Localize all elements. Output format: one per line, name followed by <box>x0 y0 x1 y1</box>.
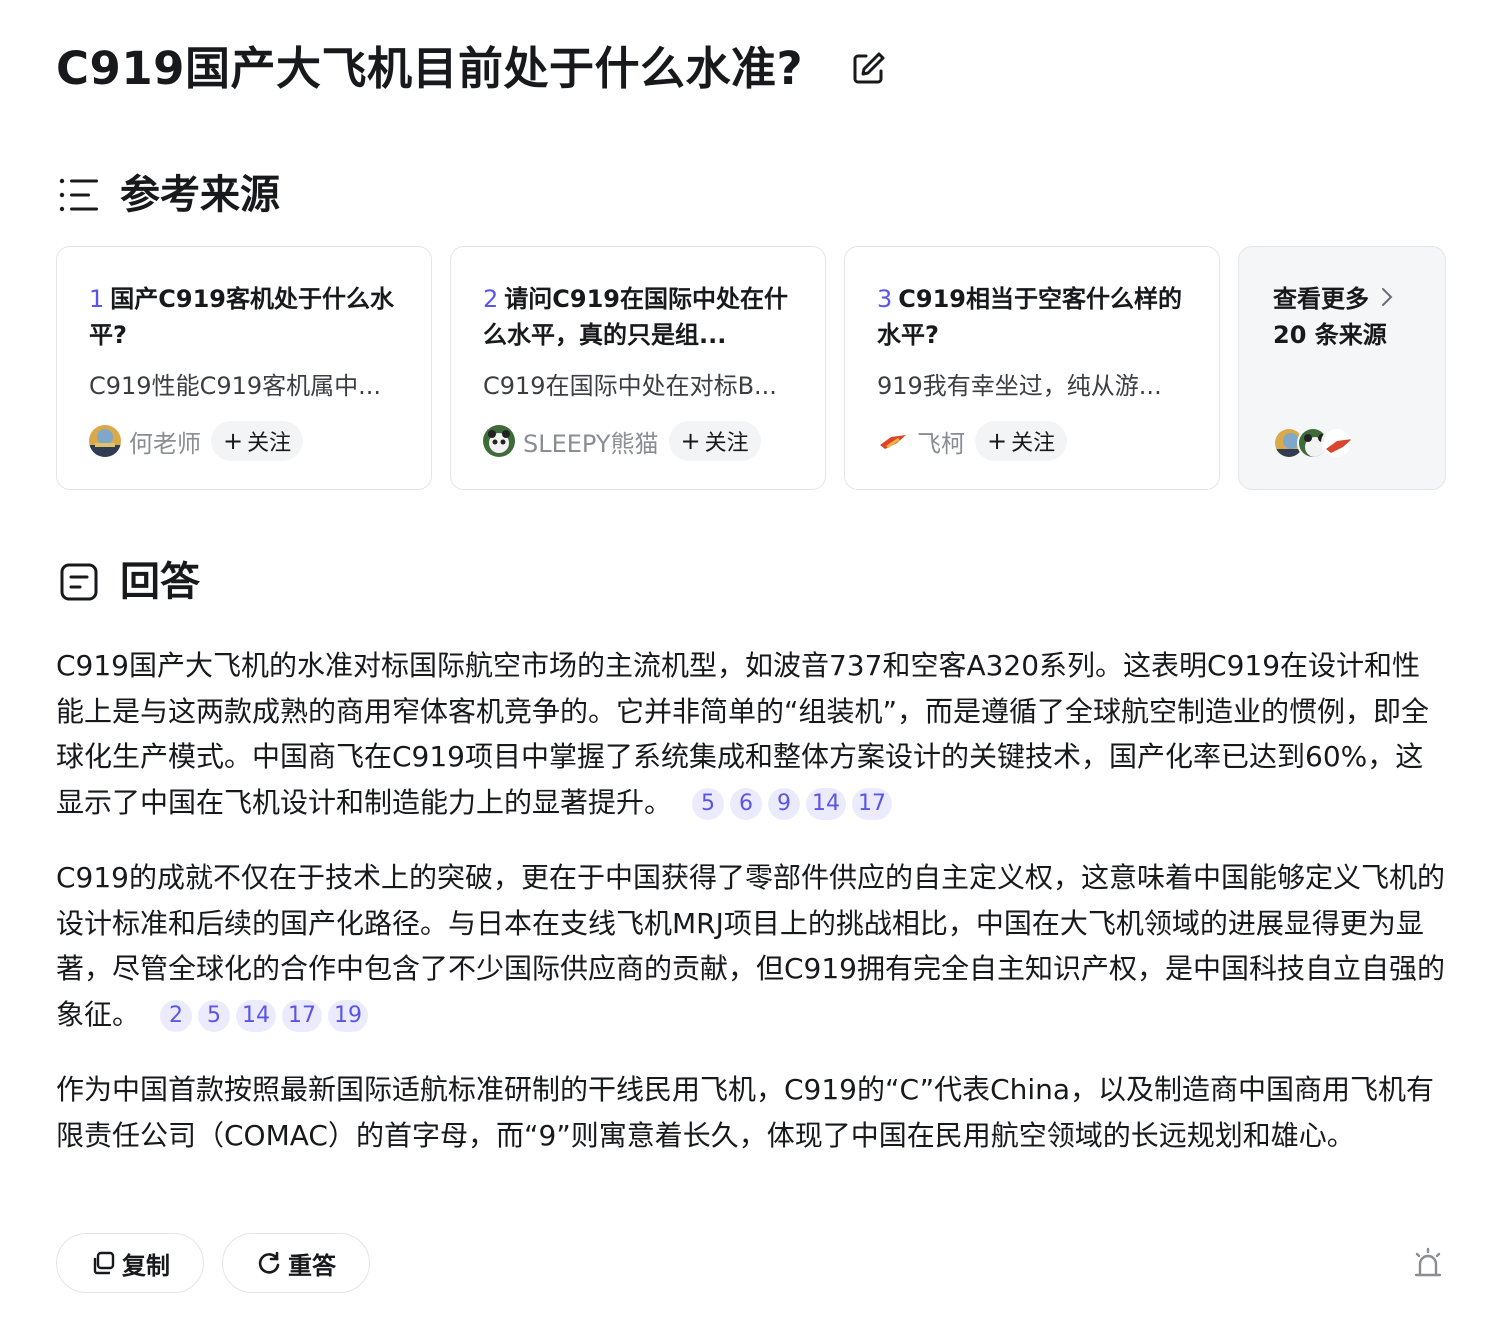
answer-title: 回答 <box>120 559 200 605</box>
source-snippet: C919在国际中处在对标B... <box>483 372 777 400</box>
source-card-title: 1 国产C919客机处于什么水平? <box>89 285 394 349</box>
edit-icon[interactable] <box>847 48 889 90</box>
source-card-title: 3 C919相当于空客什么样的水平? <box>877 285 1182 349</box>
citation-badge[interactable]: 6 <box>730 787 763 820</box>
sources-title: 参考来源 <box>120 172 280 218</box>
citation-badge[interactable]: 17 <box>852 787 893 820</box>
avatar <box>483 425 515 457</box>
source-card[interactable]: 3 C919相当于空客什么样的水平? 919我有幸坐过，纯从游... 飞柯 + 关注 <box>844 246 1220 490</box>
follow-button[interactable]: + 关注 <box>668 421 761 461</box>
source-count: 20 条来源 <box>1273 321 1387 349</box>
citation-badge[interactable]: 2 <box>160 999 193 1032</box>
source-snippet: 919我有幸坐过，纯从游... <box>877 372 1162 400</box>
avatar <box>89 425 121 457</box>
source-cards: 1 国产C919客机处于什么水平? C919性能C919客机属中... 何老师 +… <box>56 246 1446 490</box>
sources-heading: 参考来源 <box>56 170 280 220</box>
source-number: 2 <box>483 285 499 313</box>
source-card[interactable]: 1 国产C919客机处于什么水平? C919性能C919客机属中... 何老师 +… <box>56 246 432 490</box>
question-header: C919国产大飞机目前处于什么水准? <box>56 40 889 98</box>
plus-icon: + <box>680 427 701 455</box>
copy-icon <box>90 1250 116 1276</box>
answer-paragraph: 作为中国首款按照最新国际适航标准研制的干线民用飞机，C919的“C”代表Chin… <box>56 1073 1435 1152</box>
follow-button[interactable]: + 关注 <box>975 421 1068 461</box>
answer-paragraph: C919国产大飞机的水准对标国际航空市场的主流机型，如波音737和空客A320系… <box>56 649 1430 820</box>
follow-button[interactable]: + 关注 <box>211 421 304 461</box>
alarm-icon[interactable] <box>1410 1246 1446 1282</box>
avatar <box>877 425 909 457</box>
answer-actions: 复制 重答 <box>56 1233 370 1293</box>
answer-heading: 回答 <box>56 557 200 607</box>
source-author-row: 何老师 + 关注 <box>89 421 399 461</box>
citation-badge[interactable]: 9 <box>768 787 801 820</box>
document-icon <box>56 559 102 605</box>
source-author: 飞柯 <box>917 429 965 458</box>
view-more-sources[interactable]: 查看更多 20 条来源 <box>1238 246 1446 490</box>
source-author: 何老师 <box>129 429 201 458</box>
source-number: 3 <box>877 285 893 313</box>
citation-badge[interactable]: 14 <box>806 787 847 820</box>
view-more-label: 查看更多 <box>1273 281 1445 317</box>
citation-badge[interactable]: 19 <box>328 999 369 1032</box>
refresh-icon <box>256 1250 282 1276</box>
regenerate-label: 重答 <box>288 1251 336 1280</box>
source-snippet: C919性能C919客机属中... <box>89 372 382 400</box>
copy-button[interactable]: 复制 <box>56 1233 204 1293</box>
avatar-stack <box>1273 427 1445 459</box>
answer-body: C919国产大飞机的水准对标国际航空市场的主流机型，如波音737和空客A320系… <box>56 643 1446 1188</box>
source-card[interactable]: 2 请问C919在国际中处在什么水平，真的只是组... C919在国际中处在对标B… <box>450 246 826 490</box>
source-author-row: 飞柯 + 关注 <box>877 421 1187 461</box>
citation-badge[interactable]: 14 <box>236 999 277 1032</box>
plus-icon: + <box>223 427 244 455</box>
avatar <box>1321 427 1353 459</box>
page-title: C919国产大飞机目前处于什么水准? <box>56 42 804 95</box>
list-icon <box>56 172 102 218</box>
regenerate-button[interactable]: 重答 <box>222 1233 370 1293</box>
citation-badge[interactable]: 5 <box>198 999 231 1032</box>
source-number: 1 <box>89 285 105 313</box>
plus-icon: + <box>987 427 1008 455</box>
chevron-right-icon <box>1381 281 1393 317</box>
source-author-row: SLEEPY熊猫 + 关注 <box>483 421 793 461</box>
citation-badge[interactable]: 5 <box>692 787 725 820</box>
answer-paragraph: C919的成就不仅在于技术上的突破，更在于中国获得了零部件供应的自主定义权，这意… <box>56 861 1445 1032</box>
source-author: SLEEPY熊猫 <box>523 429 659 458</box>
source-card-title: 2 请问C919在国际中处在什么水平，真的只是组... <box>483 285 788 349</box>
copy-label: 复制 <box>122 1251 170 1280</box>
citation-badge[interactable]: 17 <box>282 999 323 1032</box>
